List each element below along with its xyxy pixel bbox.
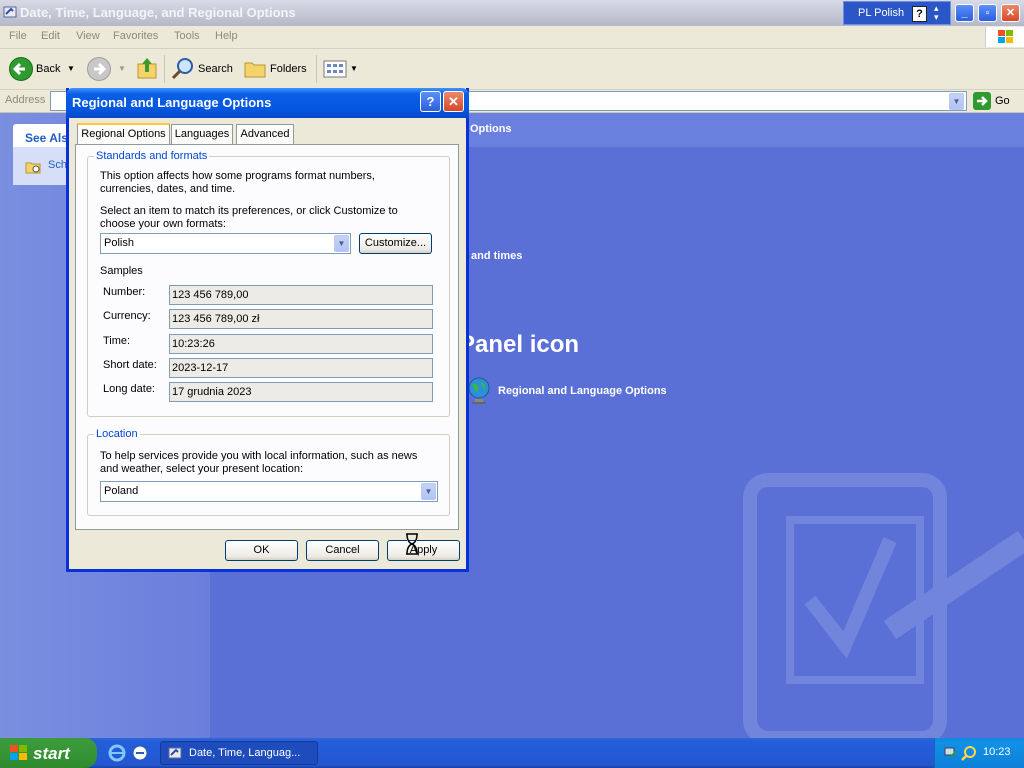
apply-button[interactable]: Apply bbox=[387, 540, 460, 561]
windows-logo-icon bbox=[985, 27, 1024, 47]
tab-languages[interactable]: Languages bbox=[171, 124, 233, 144]
back-dropdown-icon[interactable]: ▼ bbox=[67, 64, 75, 73]
globe-icon[interactable] bbox=[466, 376, 492, 406]
close-button[interactable]: ✕ bbox=[1001, 4, 1020, 22]
windows-flag-icon bbox=[10, 745, 27, 760]
location-select-value: Poland bbox=[104, 485, 139, 497]
format-select-value: Polish bbox=[104, 237, 134, 249]
taskbar-window-label: Date, Time, Languag... bbox=[189, 747, 301, 759]
language-bar-options-icon[interactable]: ▴ ▾ bbox=[934, 4, 939, 22]
select-prompt: Select an item to match its preferences,… bbox=[100, 205, 398, 230]
ok-button[interactable]: OK bbox=[225, 540, 298, 561]
sample-currency-label: Currency: bbox=[103, 310, 151, 322]
start-label: start bbox=[33, 744, 70, 763]
section-heading: Panel icon bbox=[459, 331, 580, 358]
menu-tools[interactable]: Tools bbox=[174, 30, 200, 42]
taskbar bbox=[0, 738, 1024, 768]
menu-help[interactable]: Help bbox=[215, 30, 238, 42]
menu-view[interactable]: View bbox=[76, 30, 100, 42]
see-also-title: See Als bbox=[25, 131, 68, 145]
scheduled-tasks-icon bbox=[25, 162, 41, 174]
help-icon[interactable]: ? bbox=[912, 6, 927, 22]
search-icon[interactable] bbox=[171, 57, 195, 81]
clock: 10:23 bbox=[983, 746, 1011, 758]
address-dropdown-icon[interactable]: ▼ bbox=[949, 93, 964, 110]
standards-description: This option affects how some programs fo… bbox=[100, 170, 375, 195]
customize-button[interactable]: Customize... bbox=[359, 233, 432, 254]
views-icon[interactable] bbox=[323, 59, 347, 79]
forward-arrow-icon[interactable] bbox=[87, 57, 111, 81]
dialog-title: Regional and Language Options bbox=[72, 95, 272, 110]
language-indicator[interactable]: PL Polish bbox=[858, 7, 904, 19]
location-description: To help services provide you with local … bbox=[100, 450, 418, 475]
forward-dropdown-icon[interactable]: ▼ bbox=[118, 64, 126, 73]
language-bar[interactable]: PL Polish ? ▴ ▾ bbox=[843, 1, 951, 25]
task-link[interactable]: and times bbox=[471, 250, 522, 262]
menu-favorites[interactable]: Favorites bbox=[113, 30, 158, 42]
control-panel-watermark bbox=[743, 473, 1024, 738]
location-select[interactable]: Poland ▼ bbox=[100, 481, 438, 502]
search-button[interactable]: Search bbox=[198, 63, 233, 75]
dialog-close-button[interactable]: ✕ bbox=[443, 91, 464, 112]
sample-long-date-label: Long date: bbox=[103, 383, 155, 395]
standards-group-label: Standards and formats bbox=[94, 150, 210, 162]
hourglass-cursor-icon bbox=[406, 533, 418, 555]
sample-short-date-label: Short date: bbox=[103, 359, 157, 371]
samples-label: Samples bbox=[100, 265, 143, 277]
back-button[interactable]: Back bbox=[36, 63, 60, 75]
window-title: Date, Time, Language, and Regional Optio… bbox=[20, 5, 296, 20]
internet-explorer-icon[interactable] bbox=[108, 744, 126, 762]
outlook-express-icon[interactable] bbox=[131, 744, 149, 762]
go-arrow-icon[interactable] bbox=[973, 92, 991, 110]
cp-icon-label[interactable]: Regional and Language Options bbox=[498, 385, 667, 397]
go-button[interactable]: Go bbox=[995, 95, 1010, 107]
sample-time-value: 10:23:26 bbox=[169, 334, 433, 354]
sample-time-label: Time: bbox=[103, 335, 131, 347]
taskbar-window-button[interactable]: Date, Time, Languag... bbox=[160, 741, 318, 765]
location-group-label: Location bbox=[94, 428, 140, 440]
control-panel-icon bbox=[3, 6, 17, 18]
sample-number-value: 123 456 789,00 bbox=[169, 285, 433, 305]
search-tray-icon[interactable] bbox=[961, 745, 977, 761]
address-label: Address bbox=[5, 94, 46, 106]
see-also-item[interactable]: Sch bbox=[48, 159, 67, 171]
menu-edit[interactable]: Edit bbox=[41, 30, 60, 42]
menu-file[interactable]: File bbox=[9, 30, 27, 42]
views-dropdown-icon[interactable]: ▼ bbox=[350, 64, 358, 73]
up-folder-icon[interactable] bbox=[136, 56, 158, 82]
header-title: Options bbox=[470, 123, 512, 135]
tab-advanced[interactable]: Advanced bbox=[236, 124, 294, 144]
format-dropdown-icon[interactable]: ▼ bbox=[334, 235, 349, 252]
back-arrow-icon[interactable] bbox=[9, 57, 33, 81]
sample-number-label: Number: bbox=[103, 286, 146, 298]
location-dropdown-icon[interactable]: ▼ bbox=[421, 483, 436, 500]
network-icon[interactable] bbox=[943, 745, 959, 761]
folders-button[interactable]: Folders bbox=[270, 63, 307, 75]
sample-long-date-value: 17 grudnia 2023 bbox=[169, 382, 433, 402]
dialog-help-button[interactable]: ? bbox=[420, 91, 441, 112]
menu-bar: File Edit View Favorites Tools Help bbox=[0, 26, 1024, 49]
standard-toolbar: Back ▼ ▼ Search Folders ▼ bbox=[0, 49, 1024, 90]
minimize-button[interactable]: _ bbox=[955, 4, 974, 22]
cancel-button[interactable]: Cancel bbox=[306, 540, 379, 561]
maximize-button[interactable]: ▫ bbox=[978, 4, 997, 22]
sample-currency-value: 123 456 789,00 zł bbox=[169, 309, 433, 329]
system-tray: 10:23 bbox=[934, 738, 1024, 768]
start-button[interactable]: start bbox=[0, 738, 97, 768]
control-panel-task-icon bbox=[168, 747, 182, 759]
format-select[interactable]: Polish ▼ bbox=[100, 233, 351, 254]
folders-icon[interactable] bbox=[243, 58, 267, 80]
sample-short-date-value: 2023-12-17 bbox=[169, 358, 433, 378]
dialog-titlebar[interactable]: Regional and Language Options ? ✕ bbox=[66, 88, 469, 118]
tab-regional-options[interactable]: Regional Options bbox=[77, 123, 170, 145]
